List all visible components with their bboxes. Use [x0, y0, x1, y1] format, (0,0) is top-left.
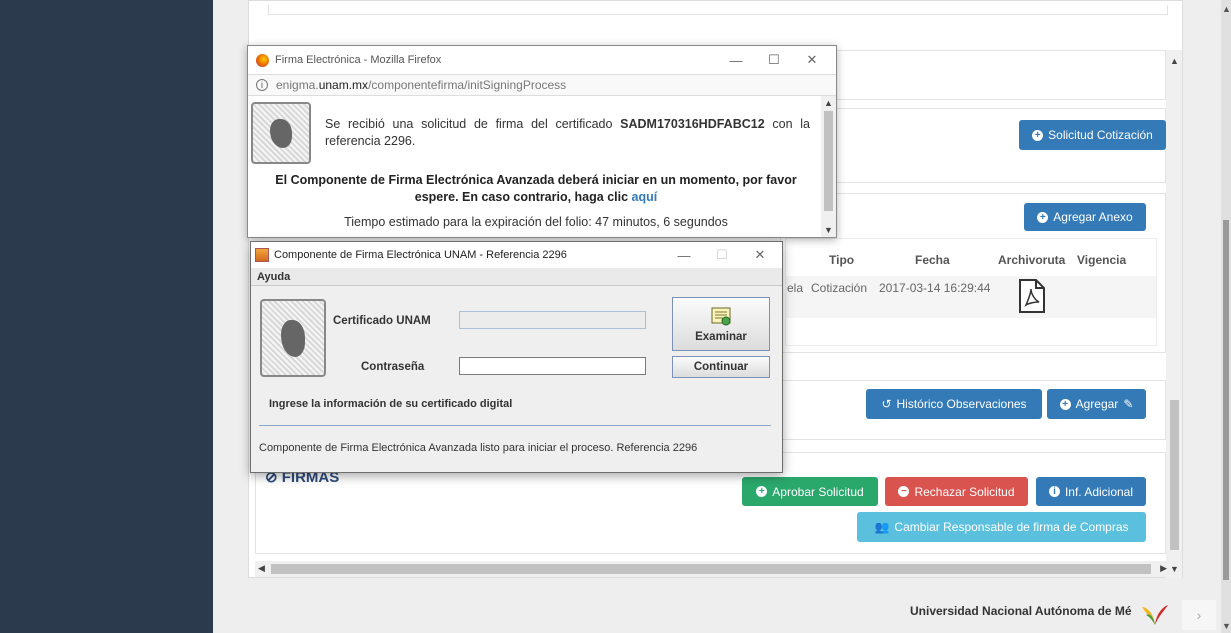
expiration-text: Tiempo estimado para la expiración del f… — [344, 215, 728, 229]
outer-scrollbar[interactable]: ▲ ▼ — [1221, 0, 1231, 633]
url-domain: unam.mx — [318, 78, 369, 92]
site-info-icon[interactable]: i — [256, 79, 268, 91]
cambiar-responsable-button[interactable]: 👥 Cambiar Responsable de firma de Compra… — [857, 512, 1146, 542]
certificate-file-icon — [711, 307, 731, 325]
plus-circle-icon: + — [1059, 398, 1071, 410]
firefox-icon — [256, 53, 269, 67]
scroll-down-icon[interactable]: ▼ — [1222, 621, 1231, 631]
java-window-title: Componente de Firma Electrónica UNAM - R… — [274, 249, 567, 261]
maximize-button[interactable]: ☐ — [755, 46, 793, 74]
java-menubar: Ayuda — [251, 268, 782, 286]
footer-university: Universidad Nacional Autónoma de Mé — [910, 604, 1132, 618]
unam-seal-logo — [260, 299, 326, 377]
java-close-button[interactable]: ✕ — [741, 242, 779, 268]
history-icon: ↺ — [881, 397, 892, 411]
aqui-link[interactable]: aquí — [632, 190, 658, 204]
menu-ayuda[interactable]: Ayuda — [257, 271, 290, 283]
firefox-window-title: Firma Electrónica - Mozilla Firefox — [275, 54, 442, 66]
th-vigencia: Vigencia — [1077, 253, 1127, 267]
th-fecha: Fecha — [915, 253, 950, 267]
java-app-icon — [255, 248, 269, 262]
pdf-file-icon[interactable] — [1017, 278, 1047, 314]
request-message: Se recibió una solicitud de firma del ce… — [325, 117, 810, 148]
chevron-right-icon: › — [1196, 607, 1202, 623]
rechazar-solicitud-button[interactable]: − Rechazar Solicitud — [885, 477, 1028, 506]
info-circle-icon: i — [1048, 486, 1060, 497]
footer-next-button[interactable]: › — [1182, 600, 1216, 630]
start-instructions: El Componente de Firma Electrónica Avanz… — [275, 173, 797, 204]
status-text: Componente de Firma Electrónica Avanzada… — [259, 442, 698, 454]
plus-circle-icon: + — [1032, 129, 1044, 141]
agregar-button[interactable]: + Agregar ✎ — [1047, 389, 1146, 419]
plus-circle-icon: + — [1037, 211, 1049, 223]
cell-fecha: 2017-03-14 16:29:44 — [879, 281, 991, 295]
scroll-up-icon[interactable]: ▲ — [1222, 4, 1231, 14]
continuar-button[interactable]: Continuar — [672, 356, 770, 378]
historico-observaciones-button[interactable]: ↺ Histórico Observaciones — [866, 389, 1042, 419]
outer-scroll-thumb[interactable] — [1223, 220, 1229, 580]
th-archivoruta: Archivoruta — [998, 253, 1066, 267]
inf-adicional-button[interactable]: i Inf. Adicional — [1036, 477, 1146, 506]
inner-scroll-up-icon[interactable]: ▲ — [1170, 56, 1179, 66]
popup-scrollbar[interactable]: ▲ ▼ — [821, 96, 836, 237]
scroll-left-icon[interactable]: ◀ — [258, 563, 265, 574]
examinar-button[interactable]: Examinar — [672, 297, 770, 351]
minus-circle-icon: − — [898, 486, 910, 497]
users-icon: 👥 — [874, 520, 890, 534]
inner-scroll-thumb[interactable] — [1170, 400, 1179, 550]
popup-scroll-up-icon[interactable]: ▲ — [824, 98, 833, 108]
agregar-anexo-button[interactable]: + Agregar Anexo — [1024, 203, 1146, 231]
url-prefix: enigma. — [276, 78, 319, 92]
inner-scroll-down-icon[interactable]: ▼ — [1170, 564, 1179, 574]
url-path: /componentefirma/initSigningProcess — [368, 78, 567, 92]
unam-logo-icon — [1142, 605, 1168, 625]
edit-icon: ✎ — [1123, 397, 1134, 411]
popup-scroll-down-icon[interactable]: ▼ — [824, 225, 833, 235]
inner-scrollbar[interactable]: ▲ ▼ — [1166, 50, 1182, 578]
password-field[interactable] — [459, 357, 646, 375]
firefox-popup-window: Firma Electrónica - Mozilla Firefox — ☐ … — [247, 45, 837, 238]
hscroll-thumb[interactable] — [271, 564, 1151, 574]
cell-tipo: Cotización — [811, 281, 868, 295]
java-signing-dialog: Componente de Firma Electrónica UNAM - R… — [250, 241, 783, 473]
certificado-label: Certificado UNAM — [333, 315, 431, 327]
left-sidebar — [0, 0, 213, 633]
instruction-text: Ingrese la información de su certificado… — [269, 398, 513, 410]
close-button[interactable]: ✕ — [793, 46, 831, 74]
unam-seal-logo — [251, 102, 311, 164]
horizontal-scrollbar[interactable]: ◀ ▶ — [255, 561, 1170, 577]
scroll-right-icon[interactable]: ▶ — [1160, 563, 1167, 574]
popup-scroll-thumb[interactable] — [824, 111, 833, 211]
card-1 — [800, 50, 1166, 100]
divider — [259, 425, 771, 426]
certificado-field — [459, 311, 646, 329]
plus-circle-icon: + — [756, 486, 768, 497]
top-card — [268, 5, 1168, 15]
cell-prefix: ela — [787, 281, 804, 295]
minimize-button[interactable]: — — [717, 46, 755, 74]
java-maximize-button: ☐ — [716, 247, 728, 262]
aprobar-solicitud-button[interactable]: + Aprobar Solicitud — [742, 477, 878, 506]
th-tipo: Tipo — [829, 253, 855, 267]
java-minimize-button[interactable]: — — [665, 242, 703, 268]
firefox-url-bar[interactable]: i enigma. unam.mx/componentefirma/initSig… — [248, 74, 836, 96]
contrasena-label: Contraseña — [361, 361, 425, 373]
firefox-content: Se recibió una solicitud de firma del ce… — [248, 96, 836, 237]
solicitud-cotizacion-button[interactable]: + Solicitud Cotización — [1019, 120, 1166, 150]
firefox-window-controls: — ☐ ✕ — [717, 46, 831, 74]
certificate-id: SADM170316HDFABC12 — [620, 117, 765, 131]
java-window-controls: — ☐ ✕ — [665, 242, 779, 268]
